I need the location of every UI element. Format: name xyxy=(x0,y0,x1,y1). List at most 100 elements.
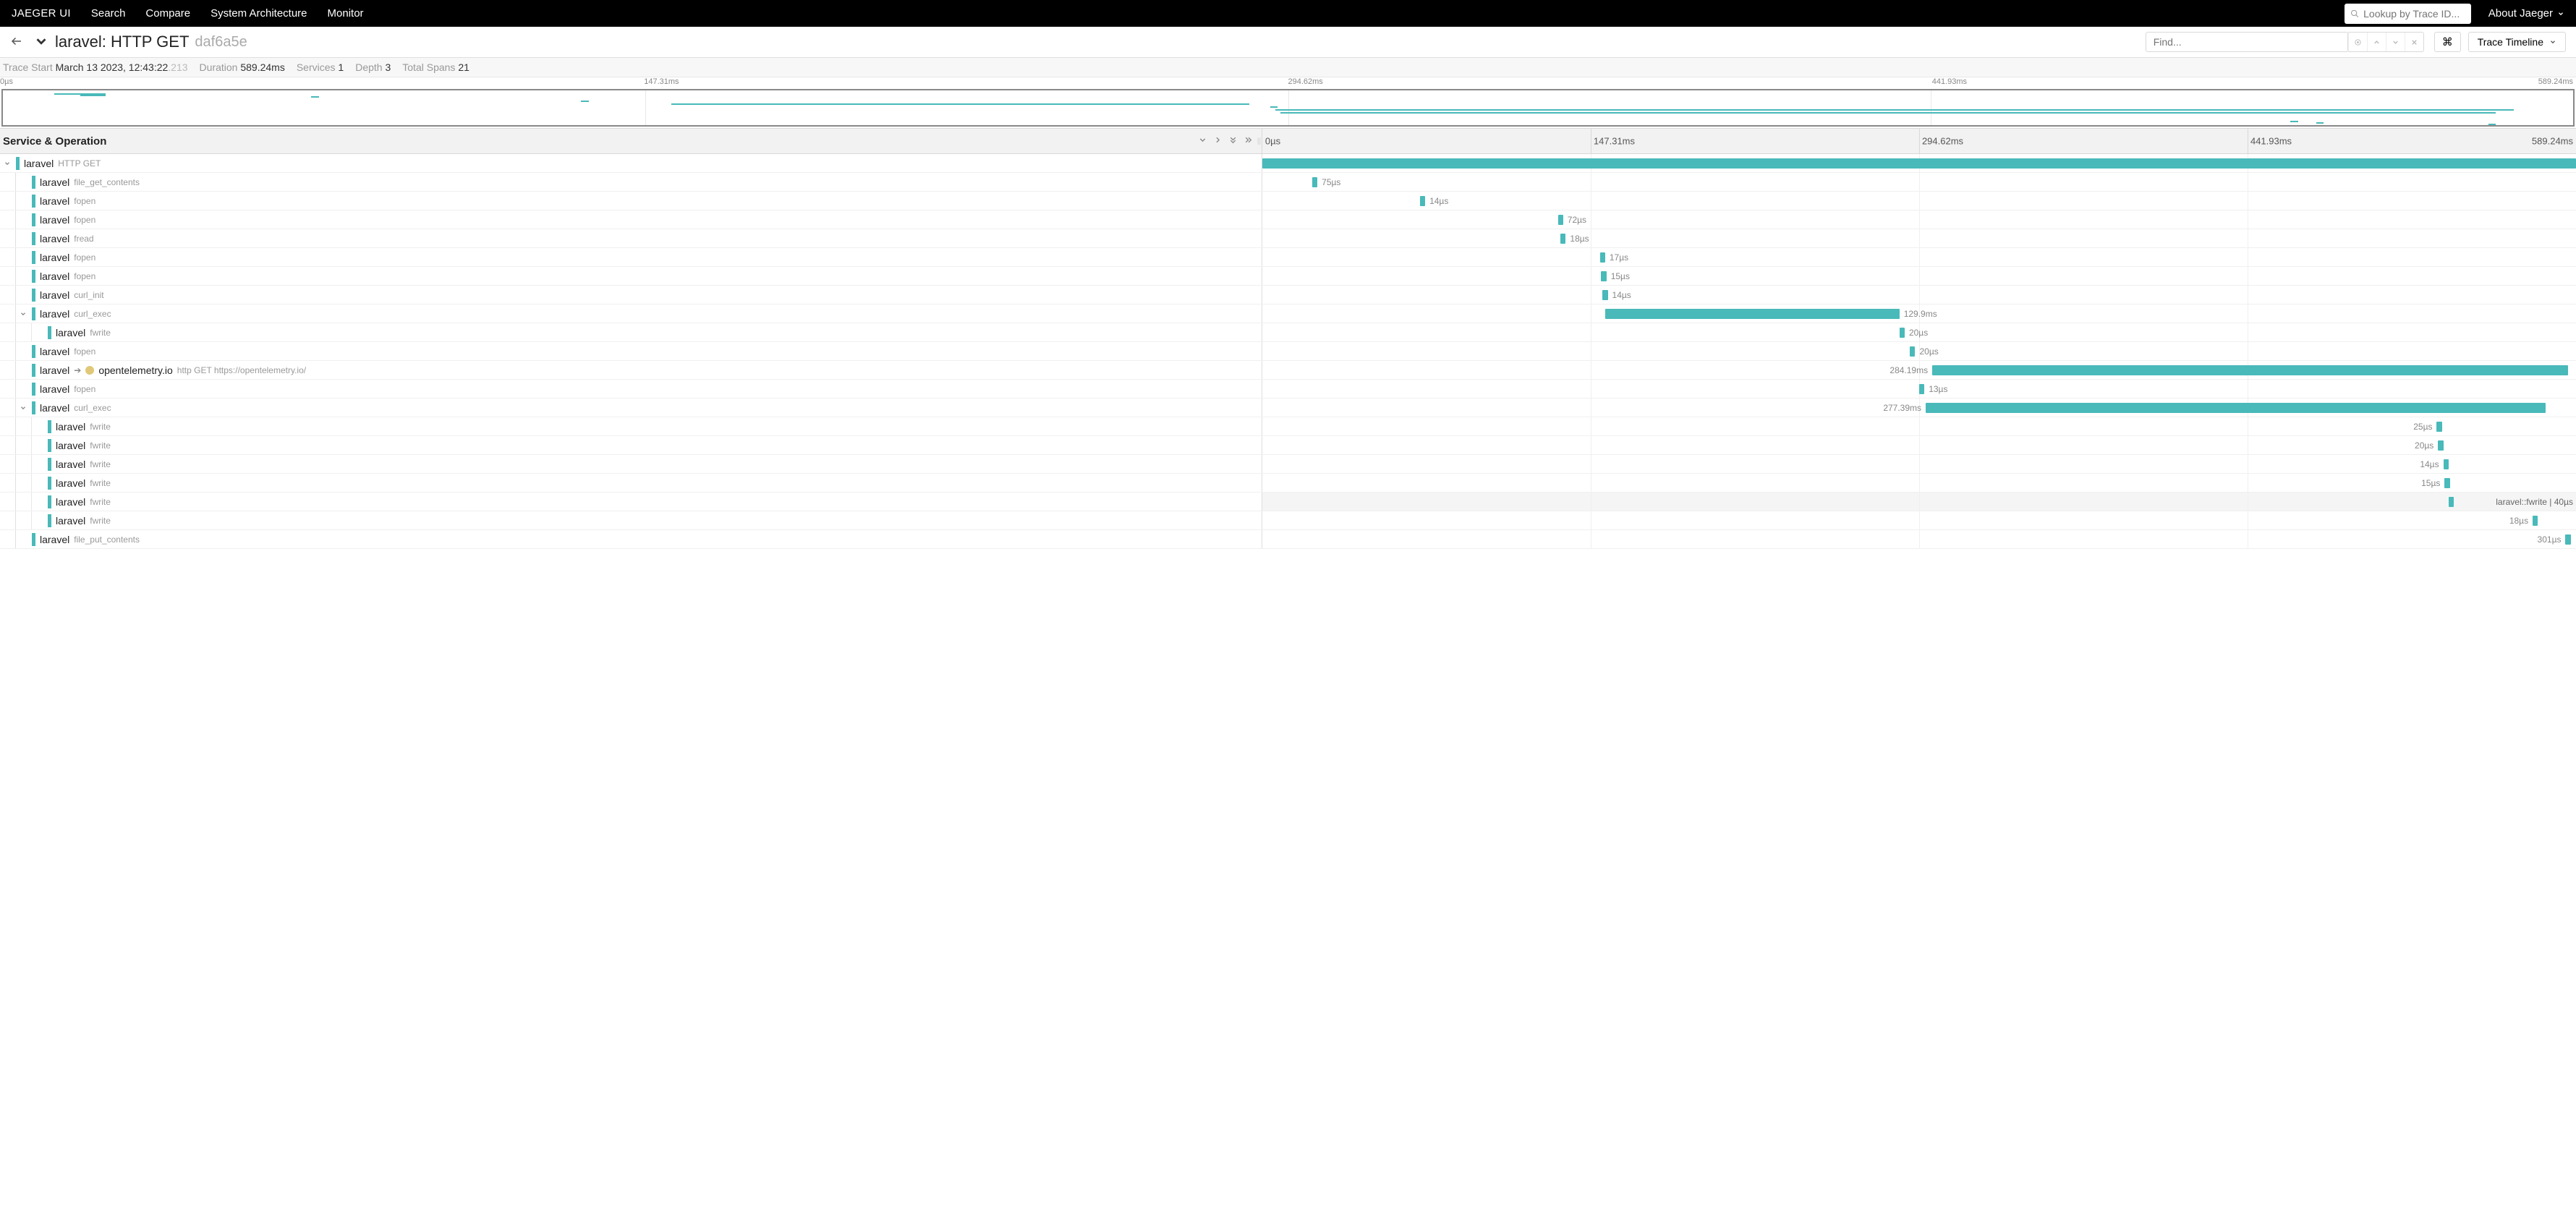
back-button[interactable] xyxy=(10,35,23,50)
minimap[interactable]: 0µs147.31ms294.62ms441.93ms589.24ms xyxy=(0,77,2576,127)
view-selector[interactable]: Trace Timeline xyxy=(2468,32,2566,52)
nav-system-architecture[interactable]: System Architecture xyxy=(211,7,307,20)
service-name: laravel xyxy=(40,402,69,414)
operation-name: file_put_contents xyxy=(74,534,140,545)
span-bar[interactable] xyxy=(1600,252,1605,263)
nav-search[interactable]: Search xyxy=(91,7,126,20)
summary-depth: Depth 3 xyxy=(355,61,391,73)
operation-name: fwrite xyxy=(90,516,111,526)
span-bar[interactable] xyxy=(1312,177,1317,187)
operation-name: fopen xyxy=(74,271,95,281)
span-row[interactable]: laravelfwrite18µs xyxy=(0,511,2576,530)
span-bar[interactable] xyxy=(2449,497,2454,507)
span-row[interactable]: laravelfwrite20µs xyxy=(0,436,2576,455)
service-color-indicator xyxy=(32,270,35,283)
find-prev[interactable] xyxy=(2367,33,2386,51)
arrow-left-icon xyxy=(10,35,23,48)
trace-id: daf6a5e xyxy=(195,34,247,51)
about-menu[interactable]: About Jaeger xyxy=(2488,7,2564,20)
keyboard-shortcuts-button[interactable]: ⌘ xyxy=(2434,32,2461,52)
operation-name: curl_exec xyxy=(74,309,111,319)
span-row[interactable]: laravelfwrite25µs xyxy=(0,417,2576,436)
span-bar[interactable] xyxy=(1558,215,1563,225)
service-name: laravel xyxy=(40,270,69,282)
span-bar[interactable] xyxy=(1919,384,1924,394)
nav-monitor[interactable]: Monitor xyxy=(328,7,364,20)
minimap-bar xyxy=(1275,109,2515,111)
span-bar[interactable] xyxy=(2438,440,2443,451)
summary-total-spans: Total Spans 21 xyxy=(402,61,469,73)
span-bar[interactable] xyxy=(1601,271,1606,281)
collapse-all-button[interactable] xyxy=(1228,135,1238,147)
operation-name: fwrite xyxy=(90,478,111,488)
span-row[interactable]: laravelHTTP GET xyxy=(0,154,2576,173)
minimap-bar xyxy=(1270,106,1278,108)
chevron-down-icon xyxy=(20,404,27,412)
span-row[interactable]: laravel curl_init 14µs xyxy=(0,286,2576,304)
summary-duration: Duration 589.24ms xyxy=(200,61,285,73)
service-name: laravel xyxy=(40,289,69,301)
minimap-bar xyxy=(311,96,319,98)
span-bar[interactable] xyxy=(1420,196,1425,206)
span-bar[interactable] xyxy=(1560,234,1565,244)
trace-id-search[interactable] xyxy=(2345,4,2471,24)
column-resize-handle[interactable]: || xyxy=(1257,132,1260,150)
service-color-indicator xyxy=(48,326,51,339)
nav-compare[interactable]: Compare xyxy=(145,7,190,20)
service-name: laravel xyxy=(40,233,69,244)
find-next[interactable] xyxy=(2386,33,2405,51)
find-input[interactable] xyxy=(2154,36,2340,48)
span-row[interactable]: laravel➔opentelemetry.iohttp GET https:/… xyxy=(0,361,2576,380)
chevron-down-icon xyxy=(2392,38,2399,46)
span-duration: 301µs xyxy=(2538,534,2562,545)
collapse-one-button[interactable] xyxy=(1198,135,1207,147)
expand-toggle[interactable] xyxy=(3,160,12,167)
span-row[interactable]: laravel fopen 15µs xyxy=(0,267,2576,286)
span-row[interactable]: laravelfwrite14µs xyxy=(0,455,2576,474)
span-bar[interactable] xyxy=(1602,290,1607,300)
span-bar[interactable] xyxy=(2436,422,2441,432)
expand-toggle[interactable] xyxy=(19,404,27,412)
span-bar[interactable] xyxy=(1900,328,1905,338)
span-row[interactable]: laravelfread18µs xyxy=(0,229,2576,248)
span-row[interactable]: laravelfopen14µs xyxy=(0,192,2576,210)
span-row[interactable]: laravelfopen13µs xyxy=(0,380,2576,399)
span-bar[interactable] xyxy=(2533,516,2538,526)
span-bar[interactable] xyxy=(2565,534,2570,545)
span-duration: 15µs xyxy=(1611,271,1630,281)
span-duration: 75µs xyxy=(1322,177,1340,187)
span-row[interactable]: laravelfopen17µs xyxy=(0,248,2576,267)
span-bar[interactable] xyxy=(1926,403,2546,413)
expand-toggle[interactable] xyxy=(19,310,27,318)
span-duration: 14µs xyxy=(1612,290,1631,300)
find-clear[interactable] xyxy=(2405,33,2423,51)
span-row[interactable]: laravelfwritelaravel::fwrite | 40µs xyxy=(0,493,2576,511)
span-row[interactable]: laravelcurl_exec129.9ms xyxy=(0,304,2576,323)
summary-services: Services 1 xyxy=(297,61,344,73)
span-duration: 18µs xyxy=(1570,234,1589,244)
logo[interactable]: JAEGER UI xyxy=(12,7,71,20)
collapse-header[interactable] xyxy=(33,33,49,51)
span-bar[interactable] xyxy=(2444,459,2449,469)
span-row[interactable]: laravelfwrite15µs xyxy=(0,474,2576,493)
find-box[interactable] xyxy=(2146,32,2348,52)
expand-one-button[interactable] xyxy=(1213,135,1223,147)
span-bar[interactable] xyxy=(2444,478,2449,488)
trace-id-input[interactable] xyxy=(2363,8,2465,20)
find-locate[interactable] xyxy=(2348,33,2367,51)
operation-name: fwrite xyxy=(90,422,111,432)
span-bar[interactable] xyxy=(1910,346,1915,357)
span-row[interactable]: laravelfile_get_contents75µs xyxy=(0,173,2576,192)
span-duration: 20µs xyxy=(1919,346,1938,357)
span-row[interactable]: laravelfopen72µs xyxy=(0,210,2576,229)
expand-all-button[interactable] xyxy=(1244,135,1253,147)
operation-name: curl_init xyxy=(74,290,103,300)
span-row[interactable]: laravelcurl_exec277.39ms xyxy=(0,399,2576,417)
span-bar[interactable] xyxy=(1262,158,2576,169)
span-row[interactable]: laravelfile_put_contents301µs xyxy=(0,530,2576,549)
span-bar[interactable] xyxy=(1605,309,1900,319)
span-row[interactable]: laravelfwrite20µs xyxy=(0,323,2576,342)
linked-service-name: opentelemetry.io xyxy=(98,365,172,376)
span-row[interactable]: laravelfopen20µs xyxy=(0,342,2576,361)
span-bar[interactable] xyxy=(1932,365,2568,375)
